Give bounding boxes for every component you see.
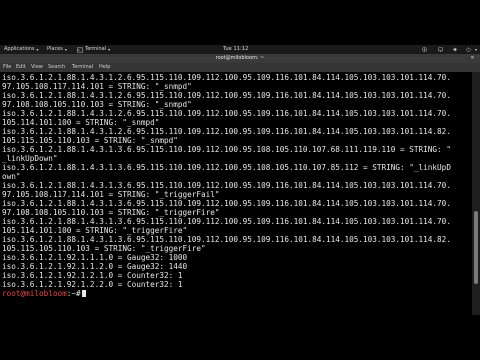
- output-line: iso.3.6.1.2.1.92.1.2.2.0 = Counter32: 1: [2, 280, 183, 289]
- menu-edit[interactable]: Edit: [16, 63, 26, 72]
- output-line: 105.115.105.110.103 = STRING: "_snmpd": [2, 136, 178, 145]
- desktop-screen: Applications ▾ Places ▾ Terminal ▾ Tue 1…: [0, 45, 480, 315]
- applications-menu[interactable]: Applications ▾: [4, 45, 39, 54]
- output-line: iso.3.6.1.2.1.92.1.1.1.0 = Gauge32: 1000: [2, 253, 188, 262]
- menu-help[interactable]: Help: [99, 63, 110, 72]
- output-line: 105.114.101.100 = STRING: "_snmpd": [2, 118, 160, 127]
- network-icon[interactable]: [438, 47, 443, 52]
- output-line: iso.3.6.1.2.1.88.1.4.3.1.3.6.95.115.110.…: [2, 181, 451, 190]
- accessibility-icon[interactable]: [422, 47, 427, 52]
- dropdown-arrow-icon[interactable]: ▾: [475, 45, 477, 54]
- applications-label: Applications: [4, 46, 35, 52]
- volume-icon[interactable]: [453, 47, 458, 52]
- output-line: iso.3.6.1.2.1.88.1.4.3.1.3.6.95.115.110.…: [2, 163, 451, 172]
- output-line: iso.3.6.1.2.1.92.1.2.1.0 = Counter32: 1: [2, 271, 183, 280]
- terminal-menubar: File Edit View Search Terminal Help: [0, 63, 480, 72]
- output-line: _linkUpDown": [2, 154, 58, 163]
- output-line: iso.3.6.1.2.1.92.1.1.2.0 = Gauge32: 1440: [2, 262, 188, 271]
- power-icon[interactable]: [466, 47, 471, 52]
- output-line: 97.108.108.105.110.103 = STRING: "_trigg…: [2, 208, 220, 217]
- text-cursor: [81, 290, 86, 297]
- output-line: iso.3.6.1.2.1.88.1.4.3.1.3.6.95.115.110.…: [2, 235, 451, 244]
- places-label: Places: [47, 46, 63, 52]
- output-line: 105.115.105.110.103 = STRING: "_triggerF…: [2, 244, 206, 253]
- close-icon[interactable]: ✕: [469, 55, 476, 62]
- places-menu[interactable]: Places ▾: [47, 45, 67, 54]
- terminal-scrollbar[interactable]: [472, 72, 480, 315]
- prompt-line[interactable]: root@milobloom:~#: [2, 289, 86, 298]
- output-line: iso.3.6.1.2.1.88.1.4.3.1.2.6.95.115.110.…: [2, 109, 451, 118]
- output-line: 97.108.108.105.110.103 = STRING: "_snmpd…: [2, 100, 192, 109]
- output-line: 97.105.108.117.114.101 = STRING: "_trigg…: [2, 190, 220, 199]
- dropdown-arrow-icon: ▾: [108, 47, 111, 52]
- menu-file[interactable]: File: [3, 63, 11, 72]
- output-line: iso.3.6.1.2.1.88.1.4.3.1.3.6.95.115.110.…: [2, 217, 451, 226]
- output-line: iso.3.6.1.2.1.88.1.4.3.1.3.6.95.115.110.…: [2, 145, 451, 154]
- terminal-output[interactable]: iso.3.6.1.2.1.88.1.4.3.1.2.6.95.115.110.…: [0, 72, 472, 315]
- terminal-title-bar[interactable]: root@milobloom: ~ ✕: [0, 54, 480, 63]
- app-label: Terminal: [85, 46, 107, 52]
- terminal-icon: [77, 47, 83, 52]
- menu-search[interactable]: Search: [48, 63, 65, 72]
- scrollbar-thumb[interactable]: [474, 211, 478, 284]
- output-line: 97.105.108.117.114.101 = STRING: "_snmpd…: [2, 82, 192, 91]
- output-line: iso.3.6.1.2.1.88.1.4.3.1.2.6.95.115.110.…: [2, 91, 451, 100]
- window-title: root@milobloom: ~: [215, 55, 265, 61]
- output-line: iso.3.6.1.2.1.88.1.4.3.1.2.6.95.115.110.…: [2, 73, 451, 82]
- prompt-symbol: :~#: [66, 289, 81, 298]
- video-frame: Applications ▾ Places ▾ Terminal ▾ Tue 1…: [0, 0, 480, 360]
- clock[interactable]: Tue 11:12: [223, 45, 248, 54]
- dropdown-arrow-icon: ▾: [64, 47, 67, 52]
- menu-view[interactable]: View: [31, 63, 43, 72]
- prompt-user: root@milobloom: [2, 289, 67, 298]
- menu-terminal[interactable]: Terminal: [72, 63, 93, 72]
- output-line: iso.3.6.1.2.1.88.1.4.3.1.2.6.95.115.110.…: [2, 127, 451, 136]
- top-panel: Applications ▾ Places ▾ Terminal ▾ Tue 1…: [0, 45, 480, 54]
- output-line: 105.114.101.100 = STRING: "_triggerFire": [2, 226, 188, 235]
- output-line: iso.3.6.1.2.1.88.1.4.3.1.3.6.95.115.110.…: [2, 199, 451, 208]
- terminal-app-menu[interactable]: Terminal ▾: [77, 45, 110, 54]
- output-line: own": [2, 172, 21, 181]
- dropdown-arrow-icon: ▾: [36, 47, 39, 52]
